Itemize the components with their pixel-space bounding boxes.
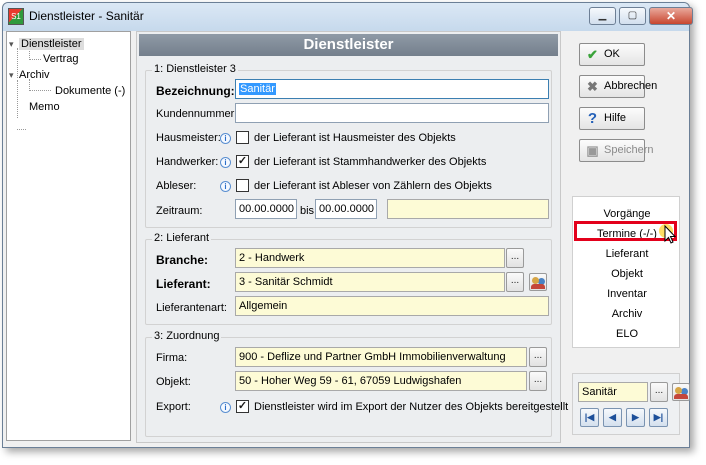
panel-title: Dienstleister [139, 34, 558, 56]
cancel-button[interactable]: ✖ Abbrechen [579, 75, 657, 98]
chevron-down-icon[interactable]: ▾ [9, 37, 19, 52]
info-icon[interactable]: i [220, 157, 231, 168]
zeitraum-note-field[interactable] [387, 199, 549, 219]
bis-label: bis [300, 205, 315, 217]
branche-lookup-button[interactable]: ... [506, 248, 524, 268]
last-record-button[interactable]: ▶| [649, 408, 668, 427]
link-vorgaenge[interactable]: Vorgänge [573, 207, 681, 222]
tree-item-vertrag[interactable]: Vertrag [43, 52, 78, 67]
ableser-text: der Lieferant ist Ableser von Zählern de… [254, 180, 492, 192]
link-elo[interactable]: ELO [573, 327, 681, 342]
filter-lookup-button[interactable]: ... [650, 382, 668, 402]
help-button[interactable]: ? Hilfe [579, 107, 645, 130]
tree-item-archiv[interactable]: ▾ Archiv [9, 68, 50, 83]
handwerker-label: Handwerker: [156, 156, 219, 168]
close-button[interactable]: ✕ [649, 7, 693, 25]
zeitraum-from-field[interactable]: 00.00.0000 [235, 199, 297, 219]
group-title: 2: Lieferant [152, 232, 212, 244]
chevron-down-icon[interactable]: ▾ [9, 68, 19, 83]
branche-label: Branche: [156, 253, 209, 267]
hausmeister-text: der Lieferant ist Hausmeister des Objekt… [254, 132, 456, 144]
kundennummer-field[interactable] [235, 103, 549, 123]
group-title: 1: Dienstleister 3 [152, 63, 238, 75]
info-icon[interactable]: i [220, 133, 231, 144]
lieferant-field[interactable]: 3 - Sanitär Schmidt [235, 272, 505, 292]
branche-field[interactable]: 2 - Handwerk [235, 248, 505, 268]
cross-icon: ✖ [587, 79, 598, 94]
objekt-field[interactable]: 50 - Hoher Weg 59 - 61, 67059 Ludwigshaf… [235, 371, 527, 391]
export-text: Dienstleister wird im Export der Nutzer … [254, 401, 569, 413]
bezeichnung-field[interactable]: Sanitär [235, 79, 549, 99]
ok-button[interactable]: ✔ OK [579, 43, 645, 66]
tree-item-memo[interactable]: Memo [29, 100, 60, 115]
window-title: Dienstleister - Sanitär [29, 9, 144, 23]
lieferantenart-label: Lieferantenart: [156, 302, 227, 314]
floppy-disk-icon: ▣ [586, 143, 599, 158]
checkmark-icon: ✔ [587, 47, 598, 62]
tree-item-dienstleister[interactable]: ▾ Dienstleister [9, 37, 84, 52]
contacts-icon[interactable] [672, 383, 690, 401]
filter-field[interactable]: Sanitär [578, 382, 648, 402]
app-logo-icon: S1 [8, 8, 24, 25]
link-inventar[interactable]: Inventar [573, 287, 681, 302]
help-icon: ? [587, 110, 598, 127]
handwerker-text: der Lieferant ist Stammhandwerker des Ob… [254, 156, 487, 168]
lieferant-lookup-button[interactable]: ... [506, 272, 524, 292]
ableser-label: Ableser: [156, 180, 197, 192]
first-record-button[interactable]: |◀ [580, 408, 599, 427]
zeitraum-label: Zeitraum: [156, 205, 203, 217]
previous-record-button[interactable]: ◀ [603, 408, 622, 427]
title-bar[interactable]: S1 Dienstleister - Sanitär ▁ ▢ ✕ [3, 3, 693, 31]
kundennummer-label: Kundennummer: [156, 108, 238, 120]
minimize-button[interactable]: ▁ [589, 7, 616, 25]
tree-item-dokumente[interactable]: Dokumente (-) [55, 84, 125, 99]
export-label: Export: [156, 401, 191, 413]
navigation-tree: ▾ Dienstleister Vertrag ▾ Archiv Dokumente… [6, 31, 131, 441]
firma-field[interactable]: 900 - Deflize und Partner GmbH Immobilie… [235, 347, 527, 367]
firma-lookup-button[interactable]: ... [529, 347, 547, 367]
objekt-lookup-button[interactable]: ... [529, 371, 547, 391]
next-record-button[interactable]: ▶ [626, 408, 645, 427]
group-title: 3: Zuordnung [152, 330, 222, 342]
main-panel: Dienstleister 1: Dienstleister 3 Bezeich… [136, 31, 568, 443]
firma-label: Firma: [156, 352, 188, 364]
link-lieferant[interactable]: Lieferant [573, 247, 681, 262]
bezeichnung-label: Bezeichnung: [156, 84, 235, 98]
lieferant-label: Lieferant: [156, 277, 211, 291]
lieferantenart-field[interactable]: Allgemein [235, 296, 549, 316]
save-button[interactable]: ▣ Speichern [579, 139, 654, 162]
mouse-cursor-icon [659, 224, 677, 244]
hausmeister-checkbox[interactable] [236, 131, 249, 144]
link-archiv[interactable]: Archiv [573, 307, 681, 322]
objekt-label: Objekt: [156, 376, 191, 388]
maximize-button[interactable]: ▢ [619, 7, 646, 25]
link-objekt[interactable]: Objekt [573, 267, 681, 282]
zeitraum-to-field[interactable]: 00.00.0000 [315, 199, 377, 219]
info-icon[interactable]: i [220, 402, 231, 413]
info-icon[interactable]: i [220, 181, 231, 192]
hausmeister-label: Hausmeister: [156, 132, 221, 144]
handwerker-checkbox[interactable]: ✓ [236, 155, 249, 168]
export-checkbox[interactable]: ✓ [236, 400, 249, 413]
related-links-panel: Vorgänge Termine (-/-) Lieferant Objekt … [572, 196, 680, 348]
ableser-checkbox[interactable] [236, 179, 249, 192]
contacts-icon[interactable] [529, 273, 547, 291]
